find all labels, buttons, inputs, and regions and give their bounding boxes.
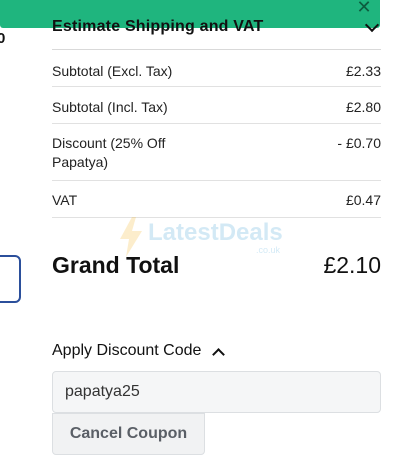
lightning-icon <box>120 217 142 257</box>
shipping-estimate-title: Estimate Shipping and VAT <box>52 18 264 35</box>
apply-discount-toggle[interactable]: Apply Discount Code <box>52 342 226 361</box>
totals-row-vat: VAT £0.47 <box>52 181 381 218</box>
cancel-coupon-button[interactable]: Cancel Coupon <box>52 413 205 455</box>
totals-row-value: £2.80 <box>345 99 381 115</box>
chevron-down-icon <box>364 17 380 33</box>
grand-total: Grand Total £2.10 <box>52 252 381 279</box>
totals-row-value: £0.47 <box>345 192 381 208</box>
totals-row-label: Subtotal (Incl. Tax) <box>52 99 168 115</box>
totals-row-subtotal-incl: Subtotal (Incl. Tax) £2.80 <box>52 87 381 124</box>
totals-row-label: Discount (25% Off Papatya) <box>52 135 166 170</box>
totals-row-value: £2.33 <box>345 63 381 79</box>
left-panel-fragment: 0 <box>0 30 6 47</box>
totals-row-label: VAT <box>52 192 78 208</box>
left-panel-input-fragment[interactable] <box>0 255 21 303</box>
grand-total-value: £2.10 <box>323 252 381 278</box>
order-summary: Estimate Shipping and VAT Subtotal (Excl… <box>52 0 381 218</box>
watermark-text: LatestDeals <box>148 219 283 246</box>
totals-row-label: Subtotal (Excl. Tax) <box>52 63 173 79</box>
chevron-up-icon <box>212 347 226 361</box>
apply-discount-label: Apply Discount Code <box>52 342 202 359</box>
shipping-estimate-toggle[interactable]: Estimate Shipping and VAT <box>52 0 381 50</box>
grand-total-label: Grand Total <box>52 252 180 278</box>
totals-row-discount: Discount (25% Off Papatya) - £0.70 <box>52 124 381 181</box>
discount-code-input[interactable] <box>52 371 381 413</box>
totals-row-subtotal-excl: Subtotal (Excl. Tax) £2.33 <box>52 50 381 87</box>
totals-row-value: - £0.70 <box>337 135 381 151</box>
